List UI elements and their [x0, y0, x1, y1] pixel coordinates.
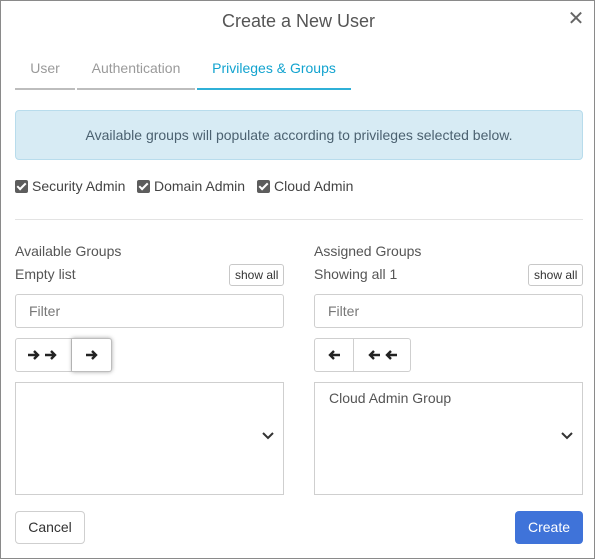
assigned-groups-list[interactable]: Cloud Admin Group	[314, 382, 583, 495]
move-selected-right-button[interactable]	[72, 338, 112, 372]
move-all-right-button[interactable]	[15, 338, 72, 372]
assigned-filter-input[interactable]	[314, 294, 583, 328]
close-icon[interactable]: ✕	[567, 9, 585, 29]
checkbox-domain-admin[interactable]: Domain Admin	[137, 178, 245, 194]
tab-privileges-groups[interactable]: Privileges & Groups	[197, 57, 351, 90]
move-selected-left-button[interactable]	[314, 338, 354, 372]
list-item[interactable]: Cloud Admin Group	[329, 390, 451, 406]
available-groups-heading: Available Groups	[15, 243, 122, 259]
arrow-right-icon	[85, 350, 98, 360]
create-user-dialog: Create a New User ✕ User Authentication …	[0, 0, 595, 559]
assigned-groups-status: Showing all 1	[314, 266, 398, 282]
checkbox-checked-icon[interactable]	[15, 179, 28, 193]
chevron-down-icon	[262, 432, 274, 440]
arrow-left-icon	[328, 350, 340, 360]
cancel-button[interactable]: Cancel	[15, 511, 85, 544]
move-all-left-button[interactable]	[354, 338, 411, 372]
section-divider	[15, 219, 583, 220]
double-arrow-right-icon	[27, 350, 57, 360]
checkbox-security-admin[interactable]: Security Admin	[15, 178, 125, 194]
dialog-title: Create a New User	[221, 11, 376, 31]
checkbox-label: Security Admin	[32, 178, 126, 194]
checkbox-label: Cloud Admin	[274, 178, 354, 194]
available-show-all-button[interactable]: show all	[229, 264, 285, 286]
double-arrow-left-icon	[368, 350, 397, 360]
create-button[interactable]: Create	[515, 511, 583, 544]
available-move-buttons	[15, 338, 112, 372]
tab-user[interactable]: User	[15, 57, 75, 90]
available-groups-list[interactable]	[15, 382, 284, 495]
available-groups-status: Empty list	[15, 266, 76, 282]
assigned-move-buttons	[314, 338, 411, 372]
chevron-down-icon	[561, 432, 573, 440]
info-alert: Available groups will populate according…	[15, 110, 583, 160]
checkbox-cloud-admin[interactable]: Cloud Admin	[257, 178, 353, 194]
available-filter-input[interactable]	[15, 294, 284, 328]
assigned-groups-heading: Assigned Groups	[314, 243, 422, 259]
checkbox-checked-icon[interactable]	[257, 179, 270, 193]
checkbox-label: Domain Admin	[154, 178, 246, 194]
assigned-show-all-button[interactable]: show all	[528, 264, 584, 286]
checkbox-checked-icon[interactable]	[137, 179, 150, 193]
tab-authentication[interactable]: Authentication	[77, 57, 195, 90]
